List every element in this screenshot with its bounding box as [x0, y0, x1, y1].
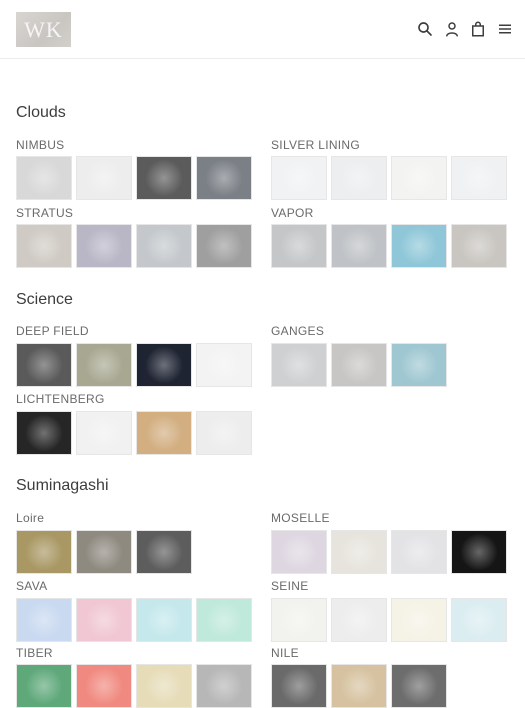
swatch-thumbnail[interactable] — [271, 343, 327, 387]
swatch-thumbnail[interactable] — [271, 598, 327, 642]
swatch-thumbnail[interactable] — [391, 598, 447, 642]
swatch-row-moselle — [271, 530, 507, 574]
swatch-thumbnail[interactable] — [271, 156, 327, 200]
swatch-thumbnail[interactable] — [196, 598, 252, 642]
swatch-thumbnail[interactable] — [16, 598, 72, 642]
swatch-thumbnail[interactable] — [271, 224, 327, 268]
site-header: WK — [0, 0, 525, 59]
swatch-thumbnail[interactable] — [16, 224, 72, 268]
swatch-thumbnail[interactable] — [196, 411, 252, 455]
group-title-sava: SAVA — [16, 579, 48, 593]
swatch-thumbnail[interactable] — [451, 598, 507, 642]
swatch-thumbnail[interactable] — [196, 664, 252, 708]
swatch-thumbnail[interactable] — [76, 530, 132, 574]
account-icon[interactable] — [443, 20, 461, 38]
group-title-silver-lining: SILVER LINING — [271, 138, 361, 152]
swatch-thumbnail[interactable] — [196, 343, 252, 387]
swatch-row-nile — [271, 664, 447, 708]
swatch-thumbnail[interactable] — [76, 156, 132, 200]
swatch-row-vapor — [271, 224, 507, 268]
swatch-thumbnail[interactable] — [451, 156, 507, 200]
swatch-row-sava — [16, 598, 252, 642]
group-title-stratus: STRATUS — [16, 206, 74, 220]
section-title-clouds: Clouds — [16, 104, 66, 121]
swatch-thumbnail[interactable] — [391, 530, 447, 574]
swatch-thumbnail[interactable] — [451, 530, 507, 574]
swatch-thumbnail[interactable] — [136, 664, 192, 708]
swatch-thumbnail[interactable] — [271, 530, 327, 574]
group-title-vapor: VAPOR — [271, 206, 314, 220]
swatch-thumbnail[interactable] — [391, 156, 447, 200]
swatch-row-lichtenberg — [16, 411, 252, 455]
group-title-seine: SEINE — [271, 579, 309, 593]
search-icon[interactable] — [416, 20, 434, 38]
group-title-ganges: GANGES — [271, 324, 325, 338]
swatch-thumbnail[interactable] — [271, 664, 327, 708]
swatch-thumbnail[interactable] — [76, 224, 132, 268]
swatch-thumbnail[interactable] — [76, 343, 132, 387]
swatch-row-loire — [16, 530, 192, 574]
swatch-thumbnail[interactable] — [391, 664, 447, 708]
swatch-thumbnail[interactable] — [136, 156, 192, 200]
swatch-thumbnail[interactable] — [136, 598, 192, 642]
group-title-tiber: TIBER — [16, 646, 53, 660]
swatch-thumbnail[interactable] — [16, 530, 72, 574]
swatch-thumbnail[interactable] — [331, 224, 387, 268]
swatch-row-stratus — [16, 224, 252, 268]
swatch-thumbnail[interactable] — [196, 156, 252, 200]
swatch-thumbnail[interactable] — [136, 224, 192, 268]
brand-logo[interactable]: WK — [16, 12, 71, 47]
swatch-thumbnail[interactable] — [331, 664, 387, 708]
swatch-thumbnail[interactable] — [331, 343, 387, 387]
swatch-row-deep-field — [16, 343, 252, 387]
swatch-row-seine — [271, 598, 507, 642]
swatch-thumbnail[interactable] — [391, 224, 447, 268]
swatch-row-nimbus — [16, 156, 252, 200]
swatch-thumbnail[interactable] — [391, 343, 447, 387]
swatch-thumbnail[interactable] — [136, 530, 192, 574]
swatch-thumbnail[interactable] — [76, 664, 132, 708]
swatch-row-silver-lining — [271, 156, 507, 200]
swatch-thumbnail[interactable] — [16, 664, 72, 708]
section-title-suminagashi: Suminagashi — [16, 477, 109, 494]
menu-icon[interactable] — [496, 20, 514, 38]
group-title-moselle: MOSELLE — [271, 511, 330, 525]
swatch-thumbnail[interactable] — [136, 343, 192, 387]
section-title-science: Science — [16, 291, 73, 308]
swatch-thumbnail[interactable] — [331, 598, 387, 642]
group-title-deep-field: DEEP FIELD — [16, 324, 89, 338]
swatch-thumbnail[interactable] — [76, 598, 132, 642]
swatch-thumbnail[interactable] — [196, 224, 252, 268]
swatch-row-tiber — [16, 664, 252, 708]
swatch-thumbnail[interactable] — [76, 411, 132, 455]
swatch-thumbnail[interactable] — [331, 156, 387, 200]
swatch-thumbnail[interactable] — [16, 156, 72, 200]
cart-icon[interactable] — [469, 20, 487, 38]
swatch-thumbnail[interactable] — [16, 411, 72, 455]
swatch-row-ganges — [271, 343, 447, 387]
group-title-lichtenberg: LICHTENBERG — [16, 392, 105, 406]
brand-logo-text: WK — [24, 16, 63, 42]
swatch-thumbnail[interactable] — [136, 411, 192, 455]
group-title-nimbus: NIMBUS — [16, 138, 65, 152]
group-title-loire: Loire — [16, 511, 45, 525]
swatch-thumbnail[interactable] — [331, 530, 387, 574]
swatch-thumbnail[interactable] — [451, 224, 507, 268]
group-title-nile: NILE — [271, 646, 299, 660]
swatch-thumbnail[interactable] — [16, 343, 72, 387]
